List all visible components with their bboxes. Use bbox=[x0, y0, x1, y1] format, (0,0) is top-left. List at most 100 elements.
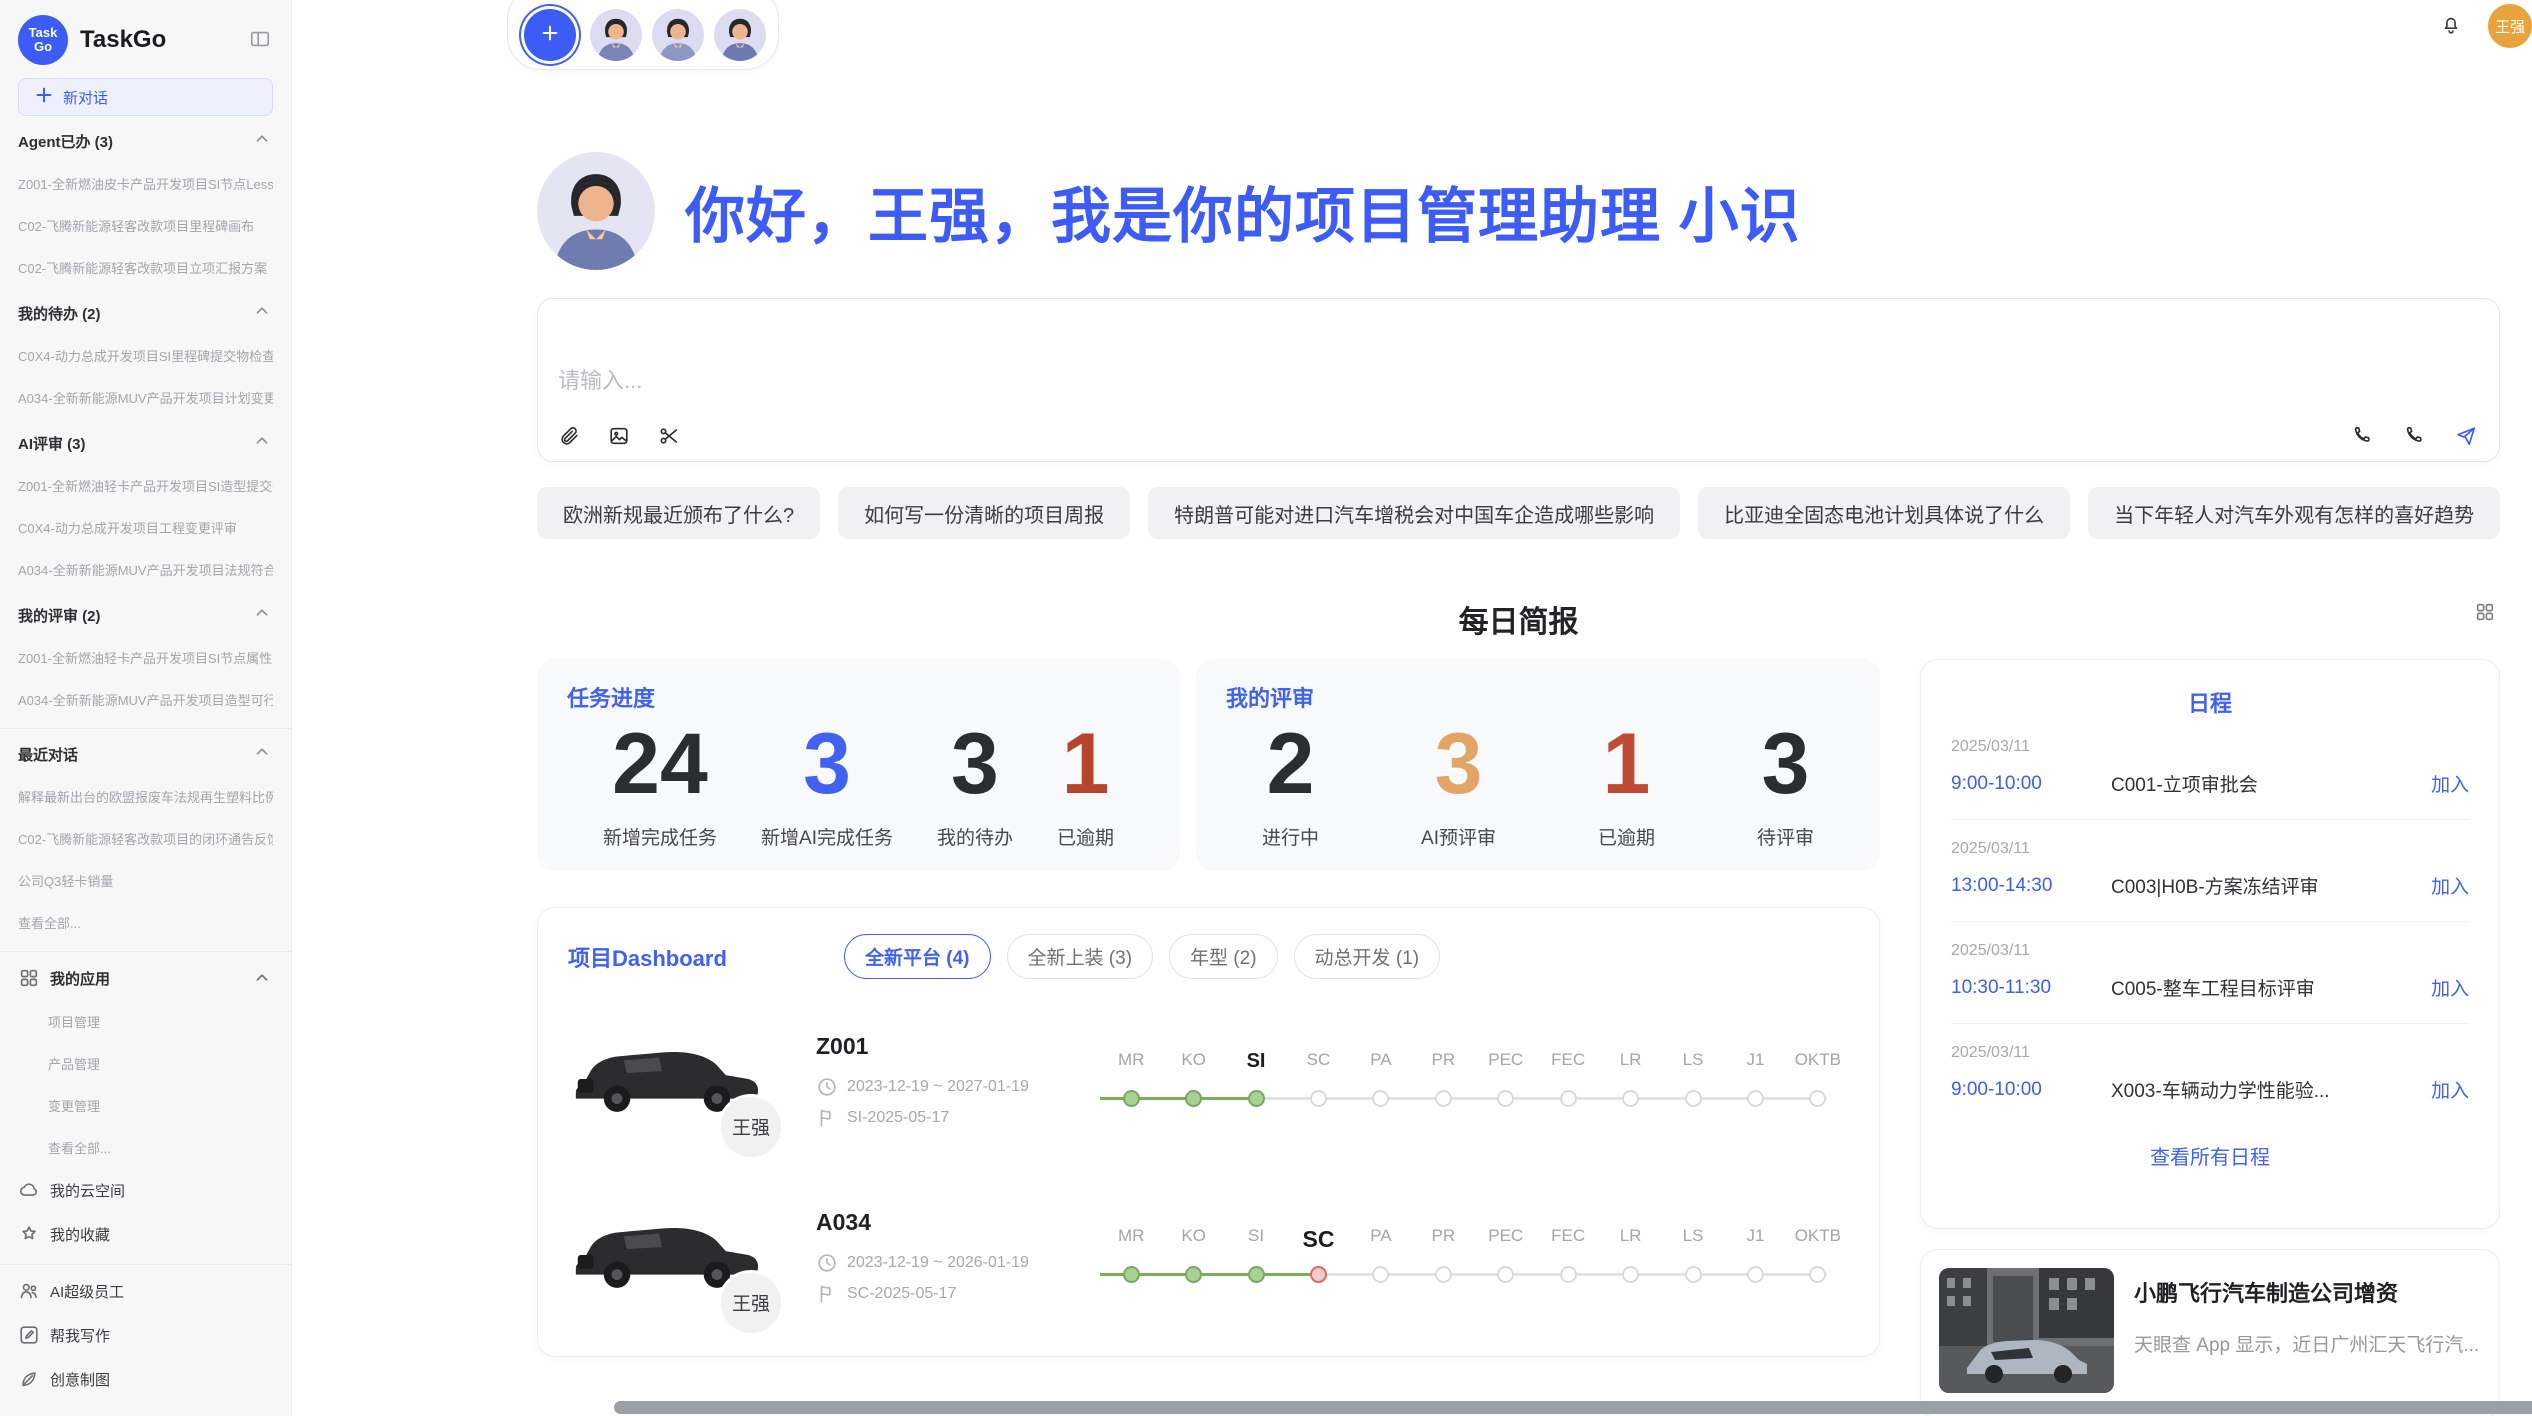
sidebar-item[interactable]: C02-飞腾新能源轻客改款项目立项汇报方案 bbox=[18, 246, 273, 288]
image-icon[interactable] bbox=[608, 425, 630, 447]
milestone-cell[interactable] bbox=[1287, 1086, 1349, 1112]
milestone-cell[interactable] bbox=[1724, 1262, 1786, 1288]
sidebar-item[interactable]: Z001-全新燃油轻卡产品开发项目SI节点属性5D文件评审 bbox=[18, 636, 273, 678]
sidebar-item[interactable]: Z001-全新燃油皮卡产品开发项目SI节点Lesson Learn报告 bbox=[18, 162, 273, 204]
milestone-cell[interactable] bbox=[1537, 1086, 1599, 1112]
layout-grid-icon[interactable] bbox=[2474, 601, 2496, 628]
scissors-icon[interactable] bbox=[658, 425, 680, 447]
send-icon[interactable] bbox=[2455, 425, 2477, 447]
notification-bell-icon[interactable] bbox=[2440, 14, 2462, 41]
dashboard-tab[interactable]: 全新上装 (3) bbox=[1007, 934, 1154, 979]
sidebar-item[interactable]: C02-飞腾新能源轻客改款项目里程碑画布 bbox=[18, 204, 273, 246]
join-link[interactable]: 加入 bbox=[2431, 770, 2469, 797]
milestone-cell[interactable] bbox=[1787, 1086, 1849, 1112]
sidebar-item[interactable]: C02-飞腾新能源轻客改款项目的闭环通告反馈情况 bbox=[18, 817, 273, 859]
milestone-cell[interactable] bbox=[1599, 1086, 1661, 1112]
user-avatar[interactable]: 王强 bbox=[2488, 4, 2532, 48]
member-avatar[interactable] bbox=[714, 9, 766, 61]
milestone-cell[interactable] bbox=[1662, 1262, 1724, 1288]
milestone-cell[interactable] bbox=[1475, 1086, 1537, 1112]
stat: 3我的待办 bbox=[937, 719, 1013, 850]
my-apps-sub-item[interactable]: 查看全部... bbox=[48, 1126, 273, 1168]
sidebar-item[interactable]: C0X4-动力总成开发项目工程变更评审 bbox=[18, 506, 273, 548]
sidebar-item[interactable]: 公司Q3轻卡销量 bbox=[18, 859, 273, 901]
join-link[interactable]: 加入 bbox=[2431, 872, 2469, 899]
join-link[interactable]: 加入 bbox=[2431, 1076, 2469, 1103]
view-all-schedule-link[interactable]: 查看所有日程 bbox=[1951, 1141, 2469, 1170]
milestone-dots bbox=[1100, 1086, 1849, 1112]
milestone-cell[interactable] bbox=[1537, 1262, 1599, 1288]
milestone-cell[interactable] bbox=[1100, 1086, 1162, 1112]
milestone-dot-future bbox=[1310, 1090, 1327, 1107]
milestone-cell[interactable] bbox=[1225, 1262, 1287, 1288]
milestone-cell[interactable] bbox=[1162, 1086, 1224, 1112]
milestone-cell[interactable] bbox=[1287, 1262, 1349, 1288]
project-info: A0342023-12-19 ~ 2026-01-19SC-2025-05-17 bbox=[816, 1209, 1066, 1305]
sidebar-section-header[interactable]: 最近对话 bbox=[18, 733, 273, 775]
news-card[interactable]: 小鹏飞行汽车制造公司增资 天眼查 App 显示，近日广州汇天飞行汽... bbox=[1920, 1249, 2500, 1416]
chevron-up-icon[interactable] bbox=[251, 128, 273, 155]
milestone-cell[interactable] bbox=[1724, 1086, 1786, 1112]
sidebar-item[interactable]: A034-全新新能源MUV产品开发项目法规符合性评审 bbox=[18, 548, 273, 590]
sidebar-section-my-apps[interactable]: 我的应用 bbox=[18, 956, 273, 1000]
milestone-label: SI bbox=[1225, 1050, 1287, 1080]
milestone-cell[interactable] bbox=[1350, 1086, 1412, 1112]
my-apps-sub-item[interactable]: 项目管理 bbox=[48, 1000, 273, 1042]
milestone-cell[interactable] bbox=[1100, 1262, 1162, 1288]
milestone-cell[interactable] bbox=[1599, 1262, 1661, 1288]
milestone-cell[interactable] bbox=[1412, 1262, 1474, 1288]
chevron-up-icon[interactable] bbox=[251, 300, 273, 327]
sidebar-section-header[interactable]: 我的待办 (2) bbox=[18, 292, 273, 334]
suggestion-chip[interactable]: 比亚迪全固态电池计划具体说了什么 bbox=[1698, 487, 2070, 539]
chevron-up-icon[interactable] bbox=[251, 741, 273, 768]
sidebar-section-header[interactable]: 我的评审 (2) bbox=[18, 594, 273, 636]
horizontal-scrollbar[interactable] bbox=[614, 1401, 2532, 1414]
sidebar-collapse-icon[interactable] bbox=[249, 28, 271, 55]
milestone-cell[interactable] bbox=[1662, 1086, 1724, 1112]
milestone-cell[interactable] bbox=[1475, 1262, 1537, 1288]
chevron-up-icon[interactable] bbox=[251, 602, 273, 629]
sidebar-item[interactable]: A034-全新新能源MUV产品开发项目造型可行性评审 bbox=[18, 678, 273, 720]
sidebar-item[interactable]: 查看全部... bbox=[18, 901, 273, 943]
join-link[interactable]: 加入 bbox=[2431, 974, 2469, 1001]
sidebar-section-header[interactable]: AI评审 (3) bbox=[18, 422, 273, 464]
member-avatar[interactable] bbox=[590, 9, 642, 61]
sidebar-tool-feather[interactable]: 创意制图 bbox=[18, 1357, 273, 1401]
sidebar-item[interactable]: C0X4-动力总成开发项目SI里程碑提交物检查 bbox=[18, 334, 273, 376]
sidebar-link-star[interactable]: 我的收藏 bbox=[18, 1212, 273, 1256]
milestone-cell[interactable] bbox=[1162, 1262, 1224, 1288]
chevron-up-icon[interactable] bbox=[251, 967, 273, 989]
milestone-cell[interactable] bbox=[1225, 1086, 1287, 1112]
suggestion-chip[interactable]: 特朗普可能对进口汽车增税会对中国车企造成哪些影响 bbox=[1148, 487, 1680, 539]
sidebar-item[interactable]: 解释最新出台的欧盟报废车法规再生塑料比例被调至15%... bbox=[18, 775, 273, 817]
attachment-icon[interactable] bbox=[558, 425, 580, 447]
milestone-dot-risk bbox=[1310, 1266, 1327, 1283]
my-apps-sub-item[interactable]: 产品管理 bbox=[48, 1042, 273, 1084]
new-chat-button[interactable]: 新对话 bbox=[18, 78, 273, 116]
stat-value: 24 bbox=[603, 719, 717, 809]
microphone-icon[interactable] bbox=[2403, 425, 2425, 447]
my-apps-sub-item[interactable]: 变更管理 bbox=[48, 1084, 273, 1126]
milestone-label: SI bbox=[1225, 1226, 1287, 1256]
sidebar-section-header[interactable]: Agent已办 (3) bbox=[18, 120, 273, 162]
dashboard-tab[interactable]: 全新平台 (4) bbox=[844, 934, 991, 979]
sidebar-item[interactable]: Z001-全新燃油轻卡产品开发项目SI造型提交物评审 bbox=[18, 464, 273, 506]
sidebar-tool-people[interactable]: AI超级员工 bbox=[18, 1269, 273, 1313]
phone-icon[interactable] bbox=[2351, 425, 2373, 447]
dashboard-tab[interactable]: 动总开发 (1) bbox=[1294, 934, 1441, 979]
member-avatar[interactable] bbox=[652, 9, 704, 61]
chevron-up-icon[interactable] bbox=[251, 430, 273, 457]
suggestion-chip[interactable]: 欧洲新规最近颁布了什么? bbox=[537, 487, 820, 539]
milestone-cell[interactable] bbox=[1350, 1262, 1412, 1288]
schedule-date: 2025/03/11 bbox=[1951, 942, 2469, 960]
sidebar-link-cloud[interactable]: 我的云空间 bbox=[18, 1168, 273, 1212]
milestone-cell[interactable] bbox=[1787, 1262, 1849, 1288]
dashboard-tab[interactable]: 年型 (2) bbox=[1169, 934, 1278, 979]
chat-input[interactable]: 请输入... bbox=[537, 298, 2500, 462]
sidebar-tool-pen[interactable]: 帮我写作 bbox=[18, 1313, 273, 1357]
suggestion-chip[interactable]: 如何写一份清晰的项目周报 bbox=[838, 487, 1130, 539]
add-agent-button[interactable] bbox=[524, 9, 576, 61]
suggestion-chip[interactable]: 当下年轻人对汽车外观有怎样的喜好趋势 bbox=[2088, 487, 2500, 539]
milestone-cell[interactable] bbox=[1412, 1086, 1474, 1112]
sidebar-item[interactable]: A034-全新新能源MUV产品开发项目计划变更表编写 bbox=[18, 376, 273, 418]
